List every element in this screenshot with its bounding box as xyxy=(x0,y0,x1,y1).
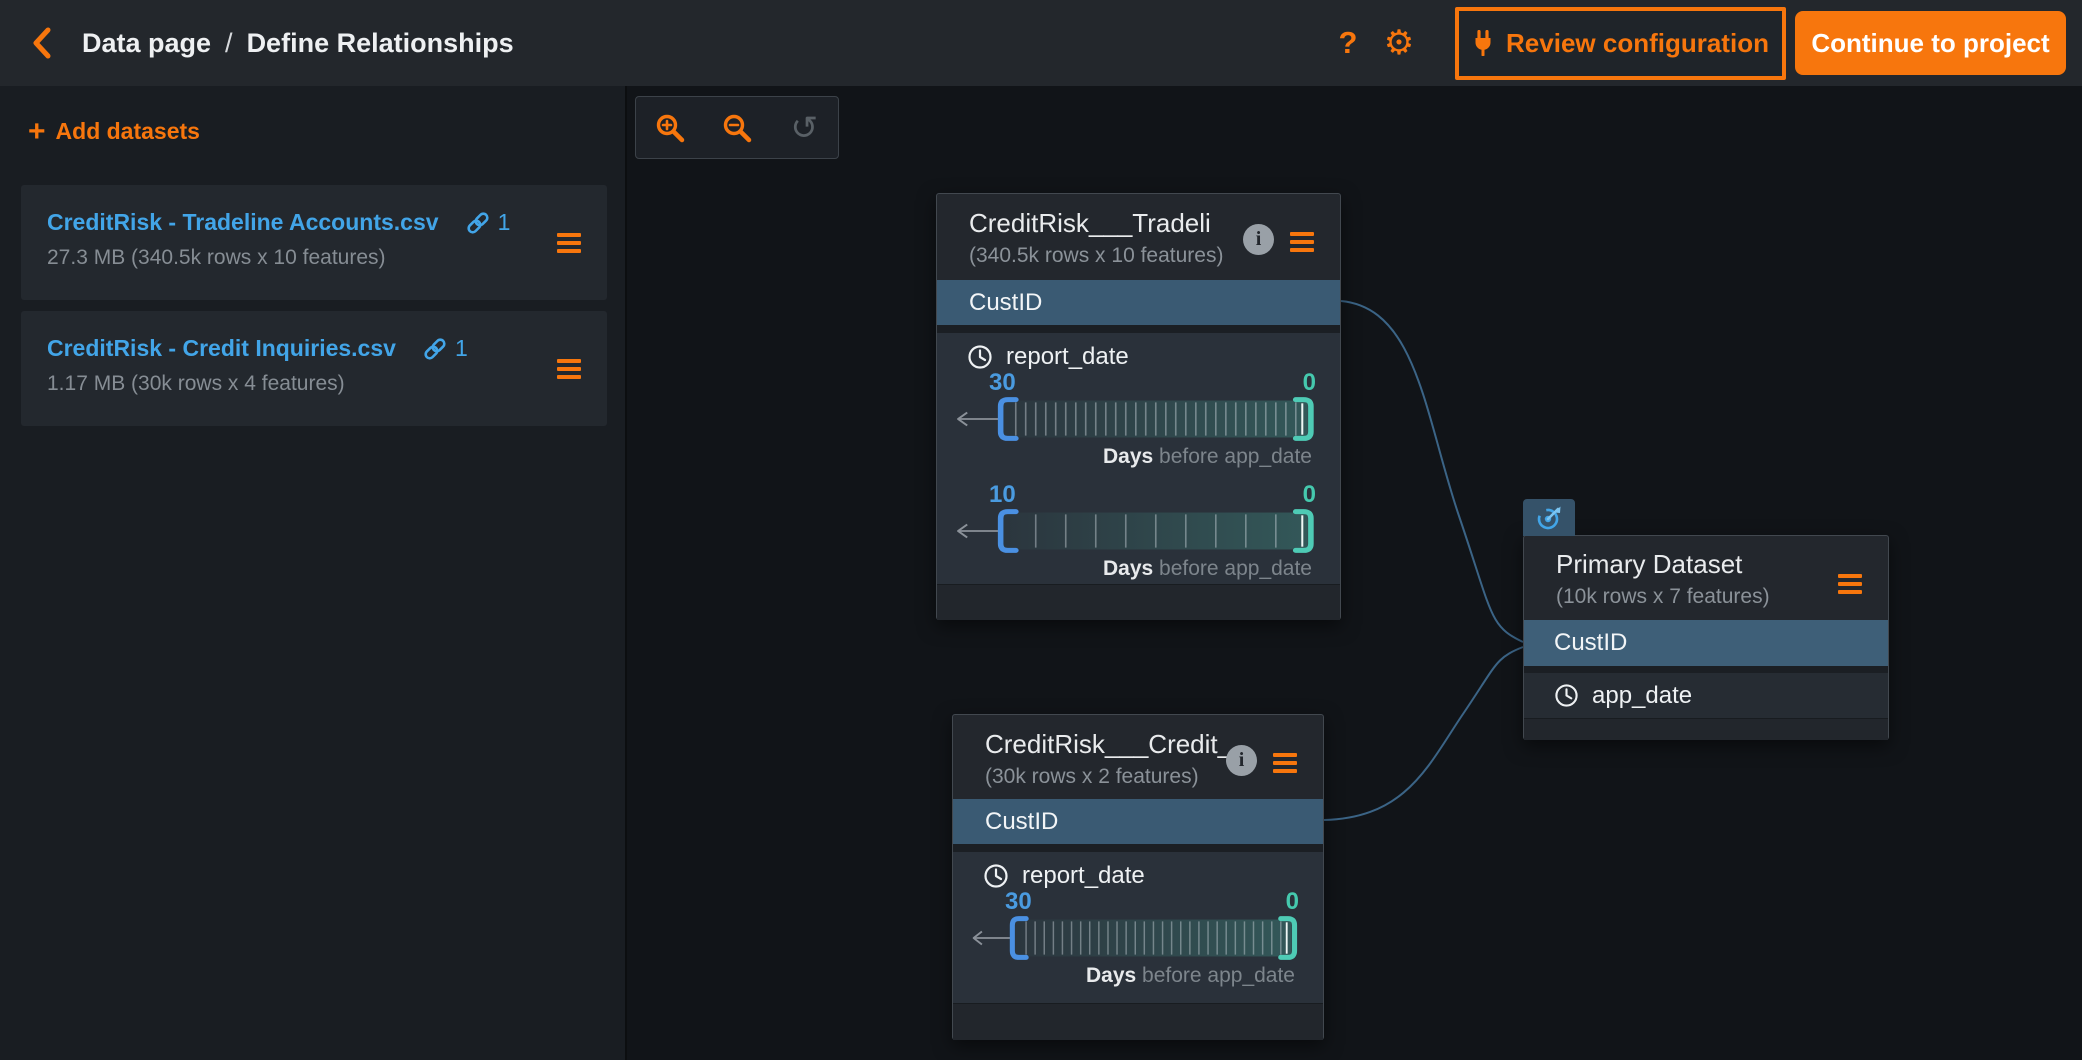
feature-name: report_date xyxy=(1006,343,1129,371)
slider-start-value: 30 xyxy=(1005,888,1032,916)
slider-track[interactable] xyxy=(969,914,1301,962)
node-body: report_date 30 0 Days before app_date xyxy=(937,333,1340,584)
slider-unit-label: Days before app_date xyxy=(969,964,1301,986)
zoom-in-icon xyxy=(654,112,686,144)
node-footer xyxy=(937,584,1340,620)
relationship-canvas[interactable]: ↺ CreditRisk___Tradeli (340.5k rows x 10… xyxy=(627,86,2082,1060)
review-configuration-button[interactable]: Review configuration xyxy=(1455,7,1786,80)
clock-icon xyxy=(1554,683,1579,708)
link-icon xyxy=(422,336,448,362)
node-tradeline[interactable]: CreditRisk___Tradeli (340.5k rows x 10 f… xyxy=(936,193,1341,620)
reset-view-icon: ↺ xyxy=(790,111,818,144)
node-menu-icon[interactable] xyxy=(1838,570,1862,598)
slider-unit-label: Days before app_date xyxy=(953,445,1318,467)
node-menu-icon[interactable] xyxy=(1273,749,1297,777)
node-menu-icon[interactable] xyxy=(1290,228,1314,256)
clock-icon xyxy=(967,344,993,370)
help-icon[interactable]: ? xyxy=(1325,25,1371,61)
node-divider xyxy=(953,844,1323,852)
dataset-menu-icon[interactable] xyxy=(557,355,581,383)
chevron-left-icon xyxy=(29,26,55,60)
node-divider xyxy=(937,325,1340,333)
breadcrumb-separator: / xyxy=(225,28,233,59)
slider-end-value: 0 xyxy=(1303,369,1316,397)
primary-dataset-tab[interactable] xyxy=(1523,499,1575,536)
zoom-out-icon xyxy=(721,112,753,144)
target-icon xyxy=(1535,504,1563,532)
edge-inquiries-primary xyxy=(1324,647,1523,820)
zoom-out-button[interactable] xyxy=(703,97,770,158)
slider-end-value: 0 xyxy=(1303,481,1316,509)
dataset-menu-icon[interactable] xyxy=(557,229,581,257)
date-field-name: app_date xyxy=(1592,682,1692,710)
top-header: Data page / Define Relationships ? ⚙ Rev… xyxy=(0,0,2082,86)
info-icon[interactable]: i xyxy=(1226,745,1257,776)
edge-tradeline-primary xyxy=(1341,301,1523,642)
dataset-name-link[interactable]: CreditRisk - Credit Inquiries.csv xyxy=(47,335,396,362)
plug-icon xyxy=(1472,30,1494,56)
datasets-sidebar: + Add datasets CreditRisk - Tradeline Ac… xyxy=(0,86,627,1060)
join-key-row[interactable]: CustID xyxy=(937,280,1340,325)
slider-unit-label: Days before app_date xyxy=(953,557,1318,579)
canvas-toolbar: ↺ xyxy=(635,96,839,159)
reset-view-button[interactable]: ↺ xyxy=(771,97,838,158)
node-inquiries[interactable]: CreditRisk___Credit_ (30k rows x 2 featu… xyxy=(952,714,1324,1040)
slider-end-value: 0 xyxy=(1286,888,1299,916)
dataset-link-count[interactable]: 1 xyxy=(465,209,511,236)
node-divider xyxy=(1524,666,1888,673)
breadcrumb: Data page / Define Relationships xyxy=(82,28,514,59)
node-header: Primary Dataset (10k rows x 7 features) xyxy=(1524,536,1888,620)
dataset-card-tradeline: CreditRisk - Tradeline Accounts.csv 1 27… xyxy=(21,185,607,300)
feature-name: report_date xyxy=(1022,862,1145,890)
dataset-name-link[interactable]: CreditRisk - Tradeline Accounts.csv xyxy=(47,209,439,236)
node-title: CreditRisk___Tradeli xyxy=(969,208,1340,239)
plus-icon: + xyxy=(28,122,46,142)
link-count-value: 1 xyxy=(498,209,511,236)
slider-track[interactable] xyxy=(953,507,1318,555)
gear-icon[interactable]: ⚙ xyxy=(1371,26,1427,60)
dataset-meta: 1.17 MB (30k rows x 4 features) xyxy=(47,372,587,396)
date-field-row[interactable]: app_date xyxy=(1524,673,1888,718)
node-footer xyxy=(1524,718,1888,740)
breadcrumb-section[interactable]: Data page xyxy=(82,28,211,59)
link-icon xyxy=(465,210,491,236)
node-subtitle: (340.5k rows x 10 features) xyxy=(969,244,1340,268)
continue-to-project-button[interactable]: Continue to project xyxy=(1795,11,2066,75)
dataset-meta: 27.3 MB (340.5k rows x 10 features) xyxy=(47,246,587,270)
dataset-card-inquiries: CreditRisk - Credit Inquiries.csv 1 1.17… xyxy=(21,311,607,426)
slider-start-value: 10 xyxy=(989,481,1016,509)
review-configuration-label: Review configuration xyxy=(1506,28,1769,59)
slider-track[interactable] xyxy=(953,395,1318,443)
node-header: CreditRisk___Credit_ (30k rows x 2 featu… xyxy=(953,715,1323,799)
join-key-row[interactable]: CustID xyxy=(1524,620,1888,666)
node-footer xyxy=(953,1003,1323,1040)
add-datasets-button[interactable]: + Add datasets xyxy=(28,118,200,145)
window-slider[interactable]: 30 0 Days before app_date xyxy=(969,888,1301,986)
node-body: report_date 30 0 Days before app_date xyxy=(953,852,1323,1003)
page-title: Define Relationships xyxy=(247,28,514,59)
node-primary-dataset[interactable]: Primary Dataset (10k rows x 7 features) … xyxy=(1523,535,1889,740)
node-header: CreditRisk___Tradeli (340.5k rows x 10 f… xyxy=(937,194,1340,280)
window-slider[interactable]: 30 0 Days before app_date xyxy=(953,369,1318,467)
back-button[interactable] xyxy=(14,15,70,71)
add-datasets-label: Add datasets xyxy=(56,118,200,145)
join-key-row[interactable]: CustID xyxy=(953,799,1323,844)
window-slider[interactable]: 10 0 Days before app_date xyxy=(953,481,1318,579)
info-icon[interactable]: i xyxy=(1243,224,1274,255)
zoom-in-button[interactable] xyxy=(636,97,703,158)
clock-icon xyxy=(983,863,1009,889)
slider-start-value: 30 xyxy=(989,369,1016,397)
link-count-value: 1 xyxy=(455,335,468,362)
dataset-link-count[interactable]: 1 xyxy=(422,335,468,362)
